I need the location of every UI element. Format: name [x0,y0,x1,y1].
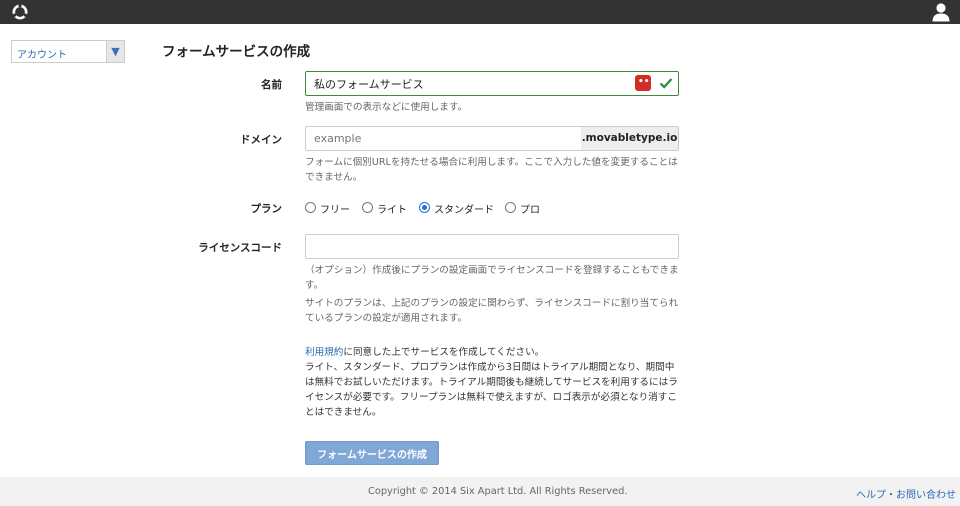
plan-option-label: ライト [377,205,407,216]
trial-notice-text: ライト、スタンダード、プロプランは作成から3日間はトライアル期間となり、期間中は… [305,362,678,418]
domain-help: フォームに個別URLを持たせる場合に利用します。ここで入力した値を変更することは… [305,157,678,183]
user-icon[interactable] [931,2,951,22]
license-label: ライセンスコード [198,242,282,254]
logo-ring-icon[interactable] [11,3,29,21]
name-label: 名前 [261,79,282,91]
radio-button[interactable] [505,202,516,213]
account-select-label: アカウント [17,50,67,61]
password-manager-icon[interactable]: ••• [635,75,655,91]
help-contact-link[interactable]: ヘルプ・お問い合わせ [856,486,956,501]
plan-option-label: プロ [520,205,540,216]
terms-notice-text: に同意した上でサービスを作成してください。 [343,347,545,358]
domain-label: ドメイン [240,134,282,146]
account-select[interactable]: アカウント ▼ [11,40,125,63]
domain-suffix: .movabletype.io [581,126,679,151]
license-code-input[interactable] [305,234,679,259]
domain-input[interactable] [305,126,582,151]
radio-button[interactable] [305,202,316,213]
footer: Copyright © 2014 Six Apart Ltd. All Righ… [0,477,960,506]
check-icon [659,78,673,89]
copyright: Copyright © 2014 Six Apart Ltd. All Righ… [368,486,628,497]
plan-option-label: スタンダード [434,205,494,216]
terms-link[interactable]: 利用規約 [305,347,343,358]
plan-option-label: フリー [320,205,350,216]
name-input[interactable] [305,71,679,96]
license-help-optional: （オプション）作成後にプランの設定画面でライセンスコードを登録することもできます… [305,265,679,291]
create-form-service-button[interactable]: フォームサービスの作成 [305,441,439,465]
top-bar [0,0,960,24]
radio-button[interactable] [362,202,373,213]
plan-label: プラン [250,203,283,215]
name-help: 管理画面での表示などに使用します。 [305,102,468,113]
dropdown-arrow-icon: ▼ [106,41,124,62]
page-title: フォームサービスの作成 [162,44,311,60]
radio-button-selected[interactable] [419,202,430,213]
license-help-plan: サイトのプランは、上記のプランの設定に関わらず、ライセンスコードに割り当てられて… [305,298,679,324]
terms-notice: 利用規約に同意した上でサービスを作成してください。 ライト、スタンダード、プロプ… [305,345,679,420]
